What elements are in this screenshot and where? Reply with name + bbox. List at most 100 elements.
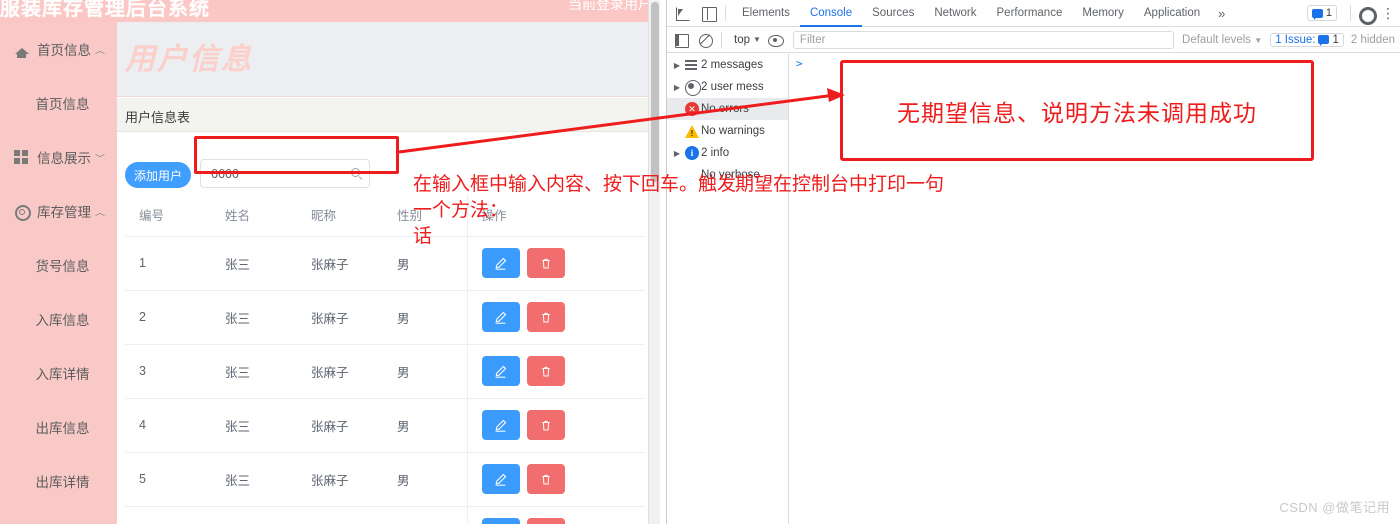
execution-context-select[interactable]: top ▼	[734, 34, 761, 46]
device-toolbar-icon[interactable]	[697, 3, 719, 24]
tab-application[interactable]: Application	[1134, 0, 1210, 27]
delete-row-button[interactable]	[526, 302, 565, 332]
list-icon	[683, 57, 701, 73]
delete-row-button[interactable]	[526, 248, 565, 278]
console-prompt-icon: >	[796, 57, 803, 70]
delete-row-button[interactable]	[526, 410, 565, 440]
clear-console-icon[interactable]	[695, 30, 715, 50]
sidebar-item-home-info[interactable]: 首页信息	[0, 76, 117, 130]
issues-badge[interactable]: 1	[1306, 5, 1337, 21]
sidebar-item-outbound-info[interactable]: 出库信息	[0, 400, 117, 454]
console-sidebar-row[interactable]: ▶ 2 messages	[667, 54, 788, 76]
edit-row-button[interactable]	[481, 248, 520, 278]
console-sidebar-row[interactable]: ▶ No warnings	[667, 120, 788, 142]
cell-id: 6	[125, 506, 211, 524]
issue-counter-count: 1	[1332, 33, 1339, 46]
search-icon[interactable]	[351, 168, 363, 180]
tab-console[interactable]: Console	[799, 0, 863, 27]
cell-sex: 男	[383, 290, 467, 345]
tab-performance[interactable]: Performance	[987, 0, 1073, 27]
cell-id: 2	[125, 290, 211, 345]
sidebar-item-outbound-info-label: 出库信息	[35, 421, 90, 436]
cell-sex: 男	[383, 452, 467, 507]
search-box[interactable]	[200, 159, 370, 188]
gear-icon	[14, 204, 31, 221]
search-input[interactable]	[201, 160, 349, 187]
table-header-row: 编号 姓名 昵称 性别 操作	[125, 194, 645, 237]
table-row: 5 张三 张麻子男	[125, 452, 645, 507]
sidebar-item-inbound-detail[interactable]: 入库详情	[0, 346, 117, 400]
edit-row-button[interactable]	[481, 464, 520, 494]
tab-elements[interactable]: Elements	[732, 0, 800, 27]
add-user-button[interactable]: 添加用户	[125, 162, 191, 188]
delete-row-button[interactable]	[526, 464, 565, 494]
gear-icon[interactable]	[1357, 5, 1377, 25]
app-title: 服装库存管理后台系统	[0, 0, 210, 20]
chevron-down-icon: ▼	[1254, 35, 1263, 45]
chevron-down-icon: ﹀	[95, 154, 105, 163]
sidebar-item-goods-no-label: 货号信息	[35, 259, 90, 274]
console-sidebar-row-label: No verbose	[701, 169, 760, 181]
console-filter-input[interactable]	[792, 30, 1175, 49]
expand-triangle-icon[interactable]: ▶	[671, 149, 683, 158]
chevron-up-icon: ︿	[95, 46, 105, 55]
console-sidebar-row-label: No warnings	[701, 125, 765, 137]
sidebar-item-inbound-info[interactable]: 入库信息	[0, 292, 117, 346]
expand-triangle-icon[interactable]: ▶	[671, 61, 683, 70]
inspect-element-icon[interactable]	[671, 3, 693, 24]
current-user-label: 当前登录用户	[568, 0, 652, 12]
sidebar-group-inventory[interactable]: 库存管理 ︿	[0, 184, 117, 238]
divider	[1350, 5, 1351, 21]
console-sidebar-row-label: 2 messages	[701, 59, 764, 71]
cell-id: 5	[125, 452, 211, 507]
sidebar-item-outbound-detail-label: 出库详情	[35, 475, 90, 490]
edit-row-button[interactable]	[481, 302, 520, 332]
cell-nick: 张麻子	[297, 344, 383, 399]
sidebar-item-outbound-detail[interactable]: 出库详情	[0, 454, 117, 508]
chevron-up-icon: ︿	[95, 208, 105, 217]
page-scrollbar-thumb[interactable]	[651, 2, 659, 182]
edit-row-button[interactable]	[481, 356, 520, 386]
devtools-toolbar-right: 1 ⋮	[1306, 5, 1400, 25]
console-body: ▶2 messages▶2 user mess▶✕No errors▶No wa…	[667, 54, 1400, 524]
cell-sex: 男	[383, 344, 467, 399]
more-tabs-icon[interactable]: »	[1210, 6, 1233, 21]
user-table: 编号 姓名 昵称 性别 操作 1 张三 张麻子男 2 张三 张麻子男 3 张三 张麻子男 4 张三张…	[125, 194, 645, 524]
divider	[725, 5, 726, 21]
console-sidebar-row[interactable]: ▶ No verbose	[667, 164, 788, 186]
browser-page: 服装库存管理后台系统 当前登录用户 首页信息 ︿ 首页信息 信息展示 ﹀ 库存管…	[0, 0, 660, 524]
console-sidebar-row[interactable]: ▶ i 2 info	[667, 142, 788, 164]
chevron-down-icon: ▼	[753, 35, 761, 44]
cell-nick: 张麻子	[297, 506, 383, 524]
page-scrollbar[interactable]	[648, 0, 660, 524]
cell-nick: 张麻子	[297, 398, 383, 453]
delete-row-button[interactable]	[526, 356, 565, 386]
console-output[interactable]: >	[790, 54, 1400, 524]
cell-sex: 男	[383, 236, 467, 291]
column-header-nick: 昵称	[297, 194, 383, 237]
console-filter-bar: top ▼ Default levels ▼ 1 Issue: 1 2 hidd…	[667, 27, 1400, 53]
console-sidebar-row[interactable]: ▶ 2 user mess	[667, 76, 788, 98]
card-header: 用户信息表	[117, 98, 660, 132]
log-levels-select[interactable]: Default levels ▼	[1182, 34, 1262, 46]
tab-sources[interactable]: Sources	[862, 0, 924, 27]
live-expression-icon[interactable]	[765, 30, 785, 50]
column-header-id: 编号	[125, 194, 211, 237]
kebab-menu-icon[interactable]: ⋮	[1381, 6, 1395, 20]
sidebar-group-aux[interactable]: 辅助管理 ﹀	[0, 508, 117, 524]
tab-memory[interactable]: Memory	[1072, 0, 1134, 27]
edit-row-button[interactable]	[481, 518, 520, 524]
toggle-console-sidebar-icon[interactable]	[671, 30, 691, 50]
tab-network[interactable]: Network	[924, 0, 986, 27]
info-icon: i	[683, 145, 701, 161]
console-sidebar-row[interactable]: ▶✕No errors	[667, 98, 788, 120]
error-icon: ✕	[683, 101, 701, 117]
issue-counter-badge[interactable]: 1 Issue: 1	[1270, 32, 1344, 47]
sidebar-group-info-display[interactable]: 信息展示 ﹀	[0, 130, 117, 184]
delete-row-button[interactable]	[526, 518, 565, 524]
edit-row-button[interactable]	[481, 410, 520, 440]
table-row: 4 张三 张麻子男	[125, 398, 645, 453]
sidebar-group-home[interactable]: 首页信息 ︿	[0, 22, 117, 76]
sidebar-item-goods-no[interactable]: 货号信息	[0, 238, 117, 292]
expand-triangle-icon[interactable]: ▶	[671, 83, 683, 92]
